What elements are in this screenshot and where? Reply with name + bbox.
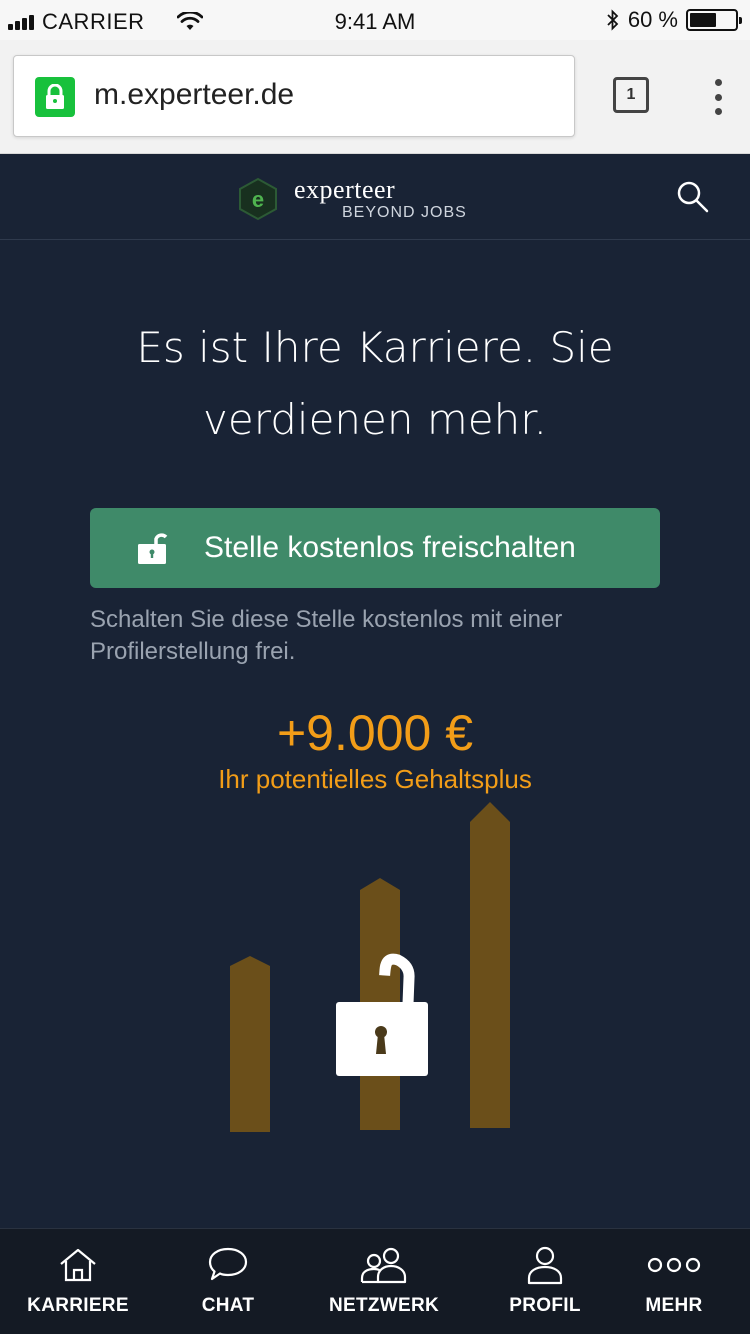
experteer-logo-icon: e xyxy=(239,177,277,221)
address-bar[interactable]: m.experteer.de xyxy=(13,55,575,137)
illustration-bar-large xyxy=(470,802,510,1128)
secure-lock-icon[interactable] xyxy=(35,77,75,117)
unlock-icon xyxy=(136,531,168,565)
nav-label-netzwerk: NETZWERK xyxy=(328,1295,440,1316)
url-text[interactable]: m.experteer.de xyxy=(94,78,294,112)
nav-label-karriere: KARRIERE xyxy=(27,1295,129,1316)
brand-tagline: BEYOND JOBS xyxy=(342,204,467,221)
salary-increase-amount: +9.000 € xyxy=(276,705,474,761)
illustration-bar-small xyxy=(230,956,270,1132)
salary-growth-illustration xyxy=(230,802,510,1132)
nav-item-mehr[interactable]: MEHR xyxy=(614,1229,734,1334)
nav-item-profil[interactable]: PROFIL xyxy=(485,1229,605,1334)
unlock-job-button-label: Stelle kostenlos freischalten xyxy=(204,531,576,564)
user-icon xyxy=(525,1245,565,1285)
headline-line-1: Es ist Ihre Karriere. Sie xyxy=(136,323,614,372)
chat-bubble-icon xyxy=(207,1245,249,1285)
bluetooth-icon xyxy=(607,9,619,31)
brand-logo[interactable]: e experteer BEYOND JOBS xyxy=(236,177,467,221)
battery-percent: 60 % xyxy=(627,7,678,32)
app-header: e experteer BEYOND JOBS xyxy=(0,155,750,240)
bottom-navigation: KARRIERE CHAT NETZWERK PROFIL MEHR xyxy=(0,1228,750,1334)
unlock-job-button[interactable]: Stelle kostenlos freischalten xyxy=(90,508,660,588)
unlock-explanation: Schalten Sie diese Stelle kostenlos mit … xyxy=(90,606,563,665)
battery-level xyxy=(690,13,717,27)
people-icon xyxy=(359,1245,409,1285)
brand-name: experteer xyxy=(294,175,396,204)
nav-label-mehr: MEHR xyxy=(645,1295,703,1316)
search-icon[interactable] xyxy=(676,180,710,214)
headline-line-2: verdienen mehr. xyxy=(203,395,547,444)
nav-item-karriere[interactable]: KARRIERE xyxy=(18,1229,138,1334)
more-dots-icon xyxy=(646,1245,702,1285)
nav-label-chat: CHAT xyxy=(201,1295,255,1316)
nav-item-chat[interactable]: CHAT xyxy=(168,1229,288,1334)
browser-toolbar: m.experteer.de 1 xyxy=(0,40,750,154)
status-bar: CARRIER 9:41 AM 60 % xyxy=(0,0,750,40)
page-headline: Es ist Ihre Karriere. Sie verdienen mehr… xyxy=(60,312,690,456)
tab-switcher-button[interactable]: 1 xyxy=(613,77,649,113)
nav-label-profil: PROFIL xyxy=(509,1295,581,1316)
battery-icon xyxy=(686,9,742,31)
home-icon xyxy=(58,1245,98,1285)
browser-menu-icon[interactable] xyxy=(706,77,730,117)
svg-text:e: e xyxy=(252,187,264,212)
status-bar-right: 60 % xyxy=(606,7,742,33)
nav-item-netzwerk[interactable]: NETZWERK xyxy=(314,1229,454,1334)
